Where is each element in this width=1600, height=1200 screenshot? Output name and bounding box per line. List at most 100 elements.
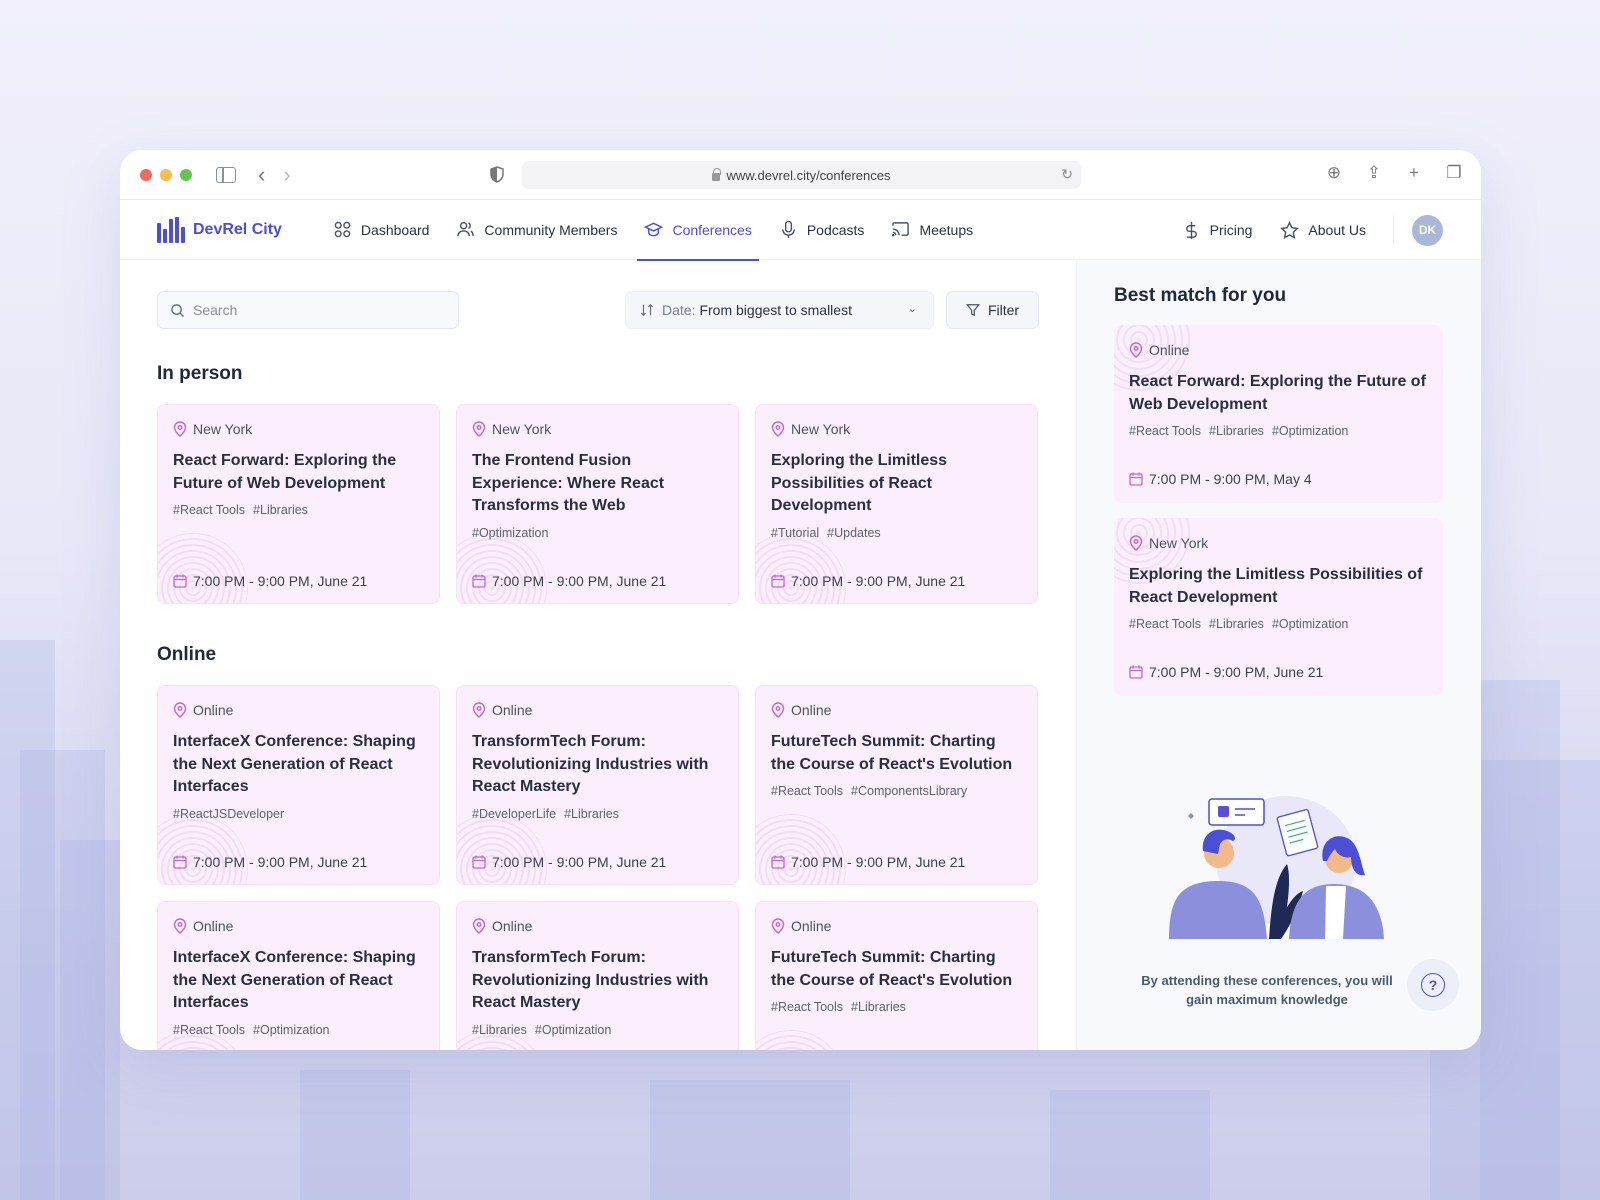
tag[interactable]: #React Tools [173,1023,245,1037]
maximize-window-button[interactable] [180,168,192,181]
location-pin-icon [472,918,486,934]
conference-card[interactable]: Online TransformTech Forum: Revolutioniz… [456,901,739,1050]
tag[interactable]: #React Tools [1129,617,1201,631]
tag[interactable]: #Libraries [1209,617,1264,631]
nav-community-members[interactable]: Community Members [449,200,624,260]
tag[interactable]: #ComponentsLibrary [851,784,967,798]
location-text: Online [193,918,234,934]
card-location: New York [1129,534,1428,552]
brand-logo[interactable]: DevRel City [157,216,282,243]
minimize-window-button[interactable] [160,168,172,181]
share-icon[interactable]: ⇪ [1365,163,1383,183]
tag[interactable]: #ReactJSDeveloper [173,807,284,821]
calendar-icon [472,855,486,869]
tag[interactable]: #Libraries [564,807,619,821]
tag[interactable]: #Libraries [1209,424,1264,438]
nav-podcasts[interactable]: Podcasts [772,200,872,260]
best-match-card[interactable]: New York Exploring the Limitless Possibi… [1114,518,1443,696]
in-person-grid: New York React Forward: Exploring the Fu… [157,404,1038,604]
conference-card[interactable]: New York React Forward: Exploring the Fu… [157,404,440,604]
calendar-icon [771,574,785,588]
card-location: Online [771,917,1022,935]
card-tags: #React Tools #Optimization [173,1023,424,1037]
card-date: 7:00 PM - 9:00 PM, June 21 [173,573,367,589]
nav-about-us[interactable]: About Us [1273,220,1373,240]
sort-value: From biggest to smallest [699,302,852,318]
location-pin-icon [173,421,187,437]
grid-icon [334,221,351,238]
card-tags: #React Tools #Libraries [771,1000,1022,1014]
nav-label: Community Members [484,221,618,238]
tag[interactable]: #Tutorial [771,526,819,540]
search-icon [171,303,185,317]
tag[interactable]: #Optimization [472,526,548,540]
address-bar[interactable]: www.devrel.city/conferences ↻ [522,161,1081,189]
brand-name: DevRel City [193,220,282,238]
card-title: InterfaceX Conference: Shaping the Next … [173,733,416,795]
location-pin-icon [771,421,785,437]
tag[interactable]: #React Tools [771,784,843,798]
card-tags: #React Tools #Libraries #Optimization [1129,424,1428,438]
tag[interactable]: #Libraries [472,1023,527,1037]
card-date: 7:00 PM - 9:00 PM, May 4 [1129,471,1312,487]
search-field[interactable] [157,291,459,329]
reload-icon[interactable]: ↻ [1061,166,1073,183]
tag[interactable]: #Optimization [535,1023,611,1037]
conference-card[interactable]: Online FutureTech Summit: Charting the C… [755,685,1038,885]
tag[interactable]: #Libraries [253,503,308,517]
user-avatar[interactable]: DK [1412,214,1443,246]
filter-icon [966,304,980,317]
new-tab-icon[interactable]: + [1405,163,1423,183]
tag[interactable]: #Optimization [253,1023,329,1037]
forward-arrow-icon[interactable]: › [283,163,290,186]
conference-card[interactable]: Online FutureTech Summit: Charting the C… [755,901,1038,1050]
location-pin-icon [173,918,187,934]
tag[interactable]: #Optimization [1272,617,1348,631]
tag[interactable]: #React Tools [771,1000,843,1014]
back-arrow-icon[interactable]: ‹ [258,163,265,186]
best-match-card[interactable]: Online React Forward: Exploring the Futu… [1114,325,1443,503]
calendar-icon [472,574,486,588]
card-tags: #Libraries #Optimization [472,1023,723,1037]
nav-conferences[interactable]: Conferences [637,200,760,261]
conference-card[interactable]: New York Exploring the Limitless Possibi… [755,404,1038,604]
card-location: Online [1129,341,1428,359]
conference-card[interactable]: New York The Frontend Fusion Experience:… [456,404,739,604]
tabs-overview-icon[interactable]: ❐ [1445,163,1463,183]
card-title: Exploring the Limitless Possibilities of… [771,452,948,514]
help-button[interactable]: ? [1407,959,1459,1011]
calendar-icon [771,855,785,869]
location-text: Online [193,702,234,718]
conference-card[interactable]: Online InterfaceX Conference: Shaping th… [157,685,440,885]
nav-label: Meetups [919,221,974,238]
search-input[interactable] [193,302,443,318]
tag[interactable]: #DeveloperLife [472,807,556,821]
conference-card[interactable]: Online TransformTech Forum: Revolutioniz… [456,685,739,885]
sidebar-toggle-icon[interactable] [216,166,236,183]
close-window-button[interactable] [140,168,152,181]
sort-icon [640,303,654,317]
card-location: Online [173,917,424,935]
conferences-main: Date: From biggest to smallest ⌄ Filter … [120,261,1076,1050]
conference-card[interactable]: Online InterfaceX Conference: Shaping th… [157,901,440,1050]
tag[interactable]: #Optimization [1272,424,1348,438]
tag[interactable]: #React Tools [1129,424,1201,438]
filter-button[interactable]: Filter [946,291,1039,329]
nav-pricing[interactable]: Pricing [1175,221,1260,240]
nav-meetups[interactable]: Meetups [884,200,980,260]
download-icon[interactable]: ⊕ [1325,163,1343,183]
location-text: New York [1149,535,1209,551]
card-title: React Forward: Exploring the Future of W… [1129,373,1426,413]
browser-window: ‹ › www.devrel.city/conferences ↻ ⊕ ⇪ + … [120,150,1481,1050]
sort-dropdown[interactable]: Date: From biggest to smallest ⌄ [625,291,934,329]
card-title: InterfaceX Conference: Shaping the Next … [173,949,416,1011]
best-match-title: Best match for you [1114,285,1287,306]
privacy-shield-icon[interactable] [490,166,504,183]
section-title-in-person: In person [157,363,243,384]
nav-dashboard[interactable]: Dashboard [326,200,437,260]
tag[interactable]: #Libraries [851,1000,906,1014]
date-text: 7:00 PM - 9:00 PM, June 21 [492,854,667,870]
location-text: New York [193,421,253,437]
tag[interactable]: #Updates [827,526,881,540]
tag[interactable]: #React Tools [173,503,245,517]
